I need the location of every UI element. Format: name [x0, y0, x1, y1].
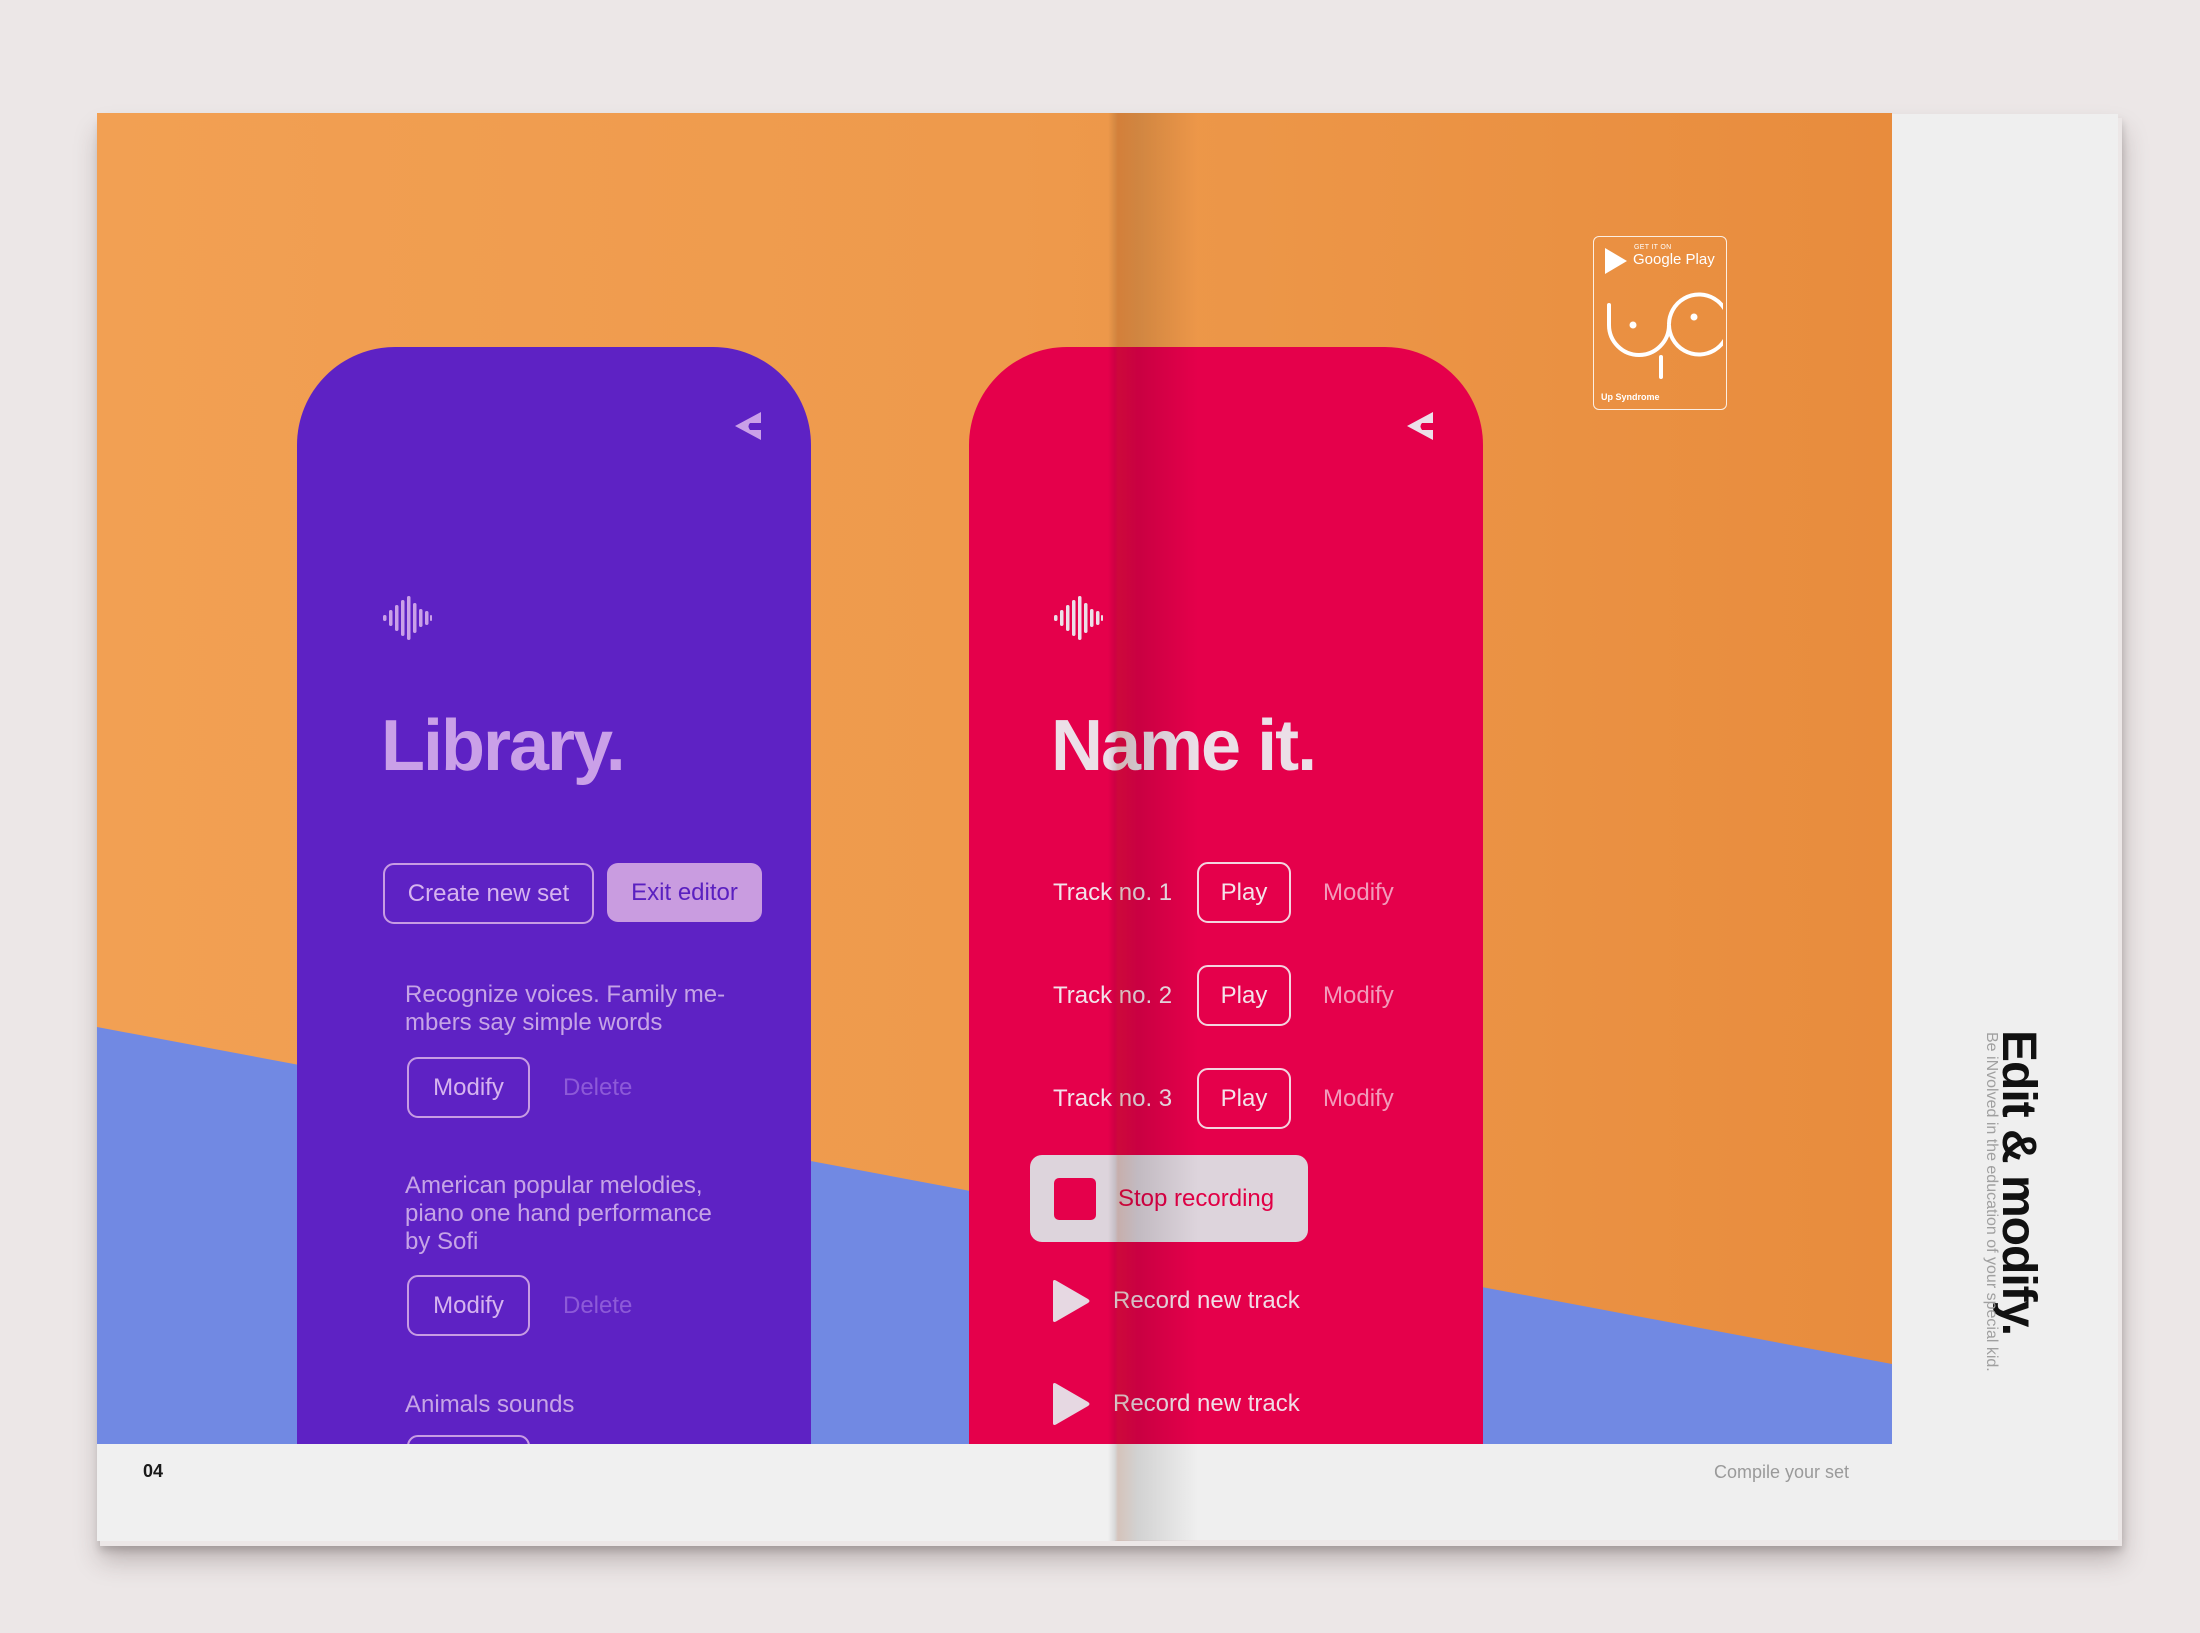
set-title-line: Animals sounds: [405, 1391, 575, 1418]
play-button[interactable]: Play: [1197, 862, 1291, 923]
set-title-line: by Sofi: [405, 1228, 479, 1255]
record-new-track-button[interactable]: Record new track: [1051, 1279, 1300, 1323]
google-play-badge[interactable]: GET IT ON Google Play Up Syndrome: [1593, 236, 1727, 410]
modify-button[interactable]: [407, 1435, 530, 1444]
get-it-on-label: GET IT ON: [1634, 244, 1672, 251]
app-name-label: Up Syndrome: [1601, 392, 1660, 402]
record-new-track-label: Record new track: [1113, 1390, 1300, 1417]
stop-recording-label: Stop recording: [1118, 1184, 1275, 1212]
library-title: Library.: [381, 706, 626, 786]
play-button[interactable]: Play: [1197, 965, 1291, 1026]
set-title-line: mbers say simple words: [405, 1009, 663, 1036]
stop-icon: [1054, 1177, 1096, 1220]
side-subtitle: Be iNvolved in the education of your spe…: [1983, 1032, 2000, 1372]
delete-button[interactable]: Delete: [563, 1074, 632, 1102]
set-title-line: Recognize voices. Family me-: [405, 981, 726, 1008]
play-store-icon: [1605, 248, 1627, 274]
stop-recording-button[interactable]: Stop recording: [1030, 1155, 1308, 1242]
modify-button[interactable]: Modify: [1323, 879, 1394, 907]
waveform-icon: [1054, 596, 1103, 640]
play-button[interactable]: Play: [1197, 1068, 1291, 1129]
name-it-screen: Name it. Track no. 1 Play Modify Track n…: [969, 347, 1483, 1444]
track-label: Track no. 3: [1053, 1085, 1173, 1112]
library-screen: Library. Create new set Exit editor Reco…: [297, 347, 811, 1444]
play-icon: [1053, 1383, 1090, 1425]
name-it-title: Name it.: [1051, 706, 1317, 786]
set-title-line: American popular melodies,: [405, 1172, 703, 1199]
record-new-track-label: Record new track: [1113, 1287, 1300, 1314]
exit-editor-button[interactable]: Exit editor: [607, 863, 762, 922]
delete-button[interactable]: Delete: [563, 1292, 632, 1320]
track-label: Track no. 1: [1053, 879, 1173, 906]
back-icon[interactable]: [1405, 410, 1435, 442]
play-icon: [1053, 1280, 1090, 1322]
waveform-icon: [383, 596, 432, 640]
record-new-track-button[interactable]: Record new track: [1051, 1382, 1300, 1426]
track-label: Track no. 2: [1053, 982, 1173, 1009]
page-number: 04: [143, 1461, 164, 1481]
section-footer: Compile your set: [1714, 1462, 1850, 1482]
modify-button[interactable]: Modify: [407, 1275, 530, 1336]
back-icon[interactable]: [733, 410, 763, 442]
modify-button[interactable]: Modify: [407, 1057, 530, 1118]
up-syndrome-logo: [1607, 292, 1723, 379]
set-title-line: piano one hand performance: [405, 1200, 712, 1227]
modify-button[interactable]: Modify: [1323, 1085, 1394, 1113]
google-play-label: Google Play: [1633, 251, 1715, 268]
create-new-set-button[interactable]: Create new set: [383, 863, 594, 924]
modify-button[interactable]: Modify: [1323, 982, 1394, 1010]
